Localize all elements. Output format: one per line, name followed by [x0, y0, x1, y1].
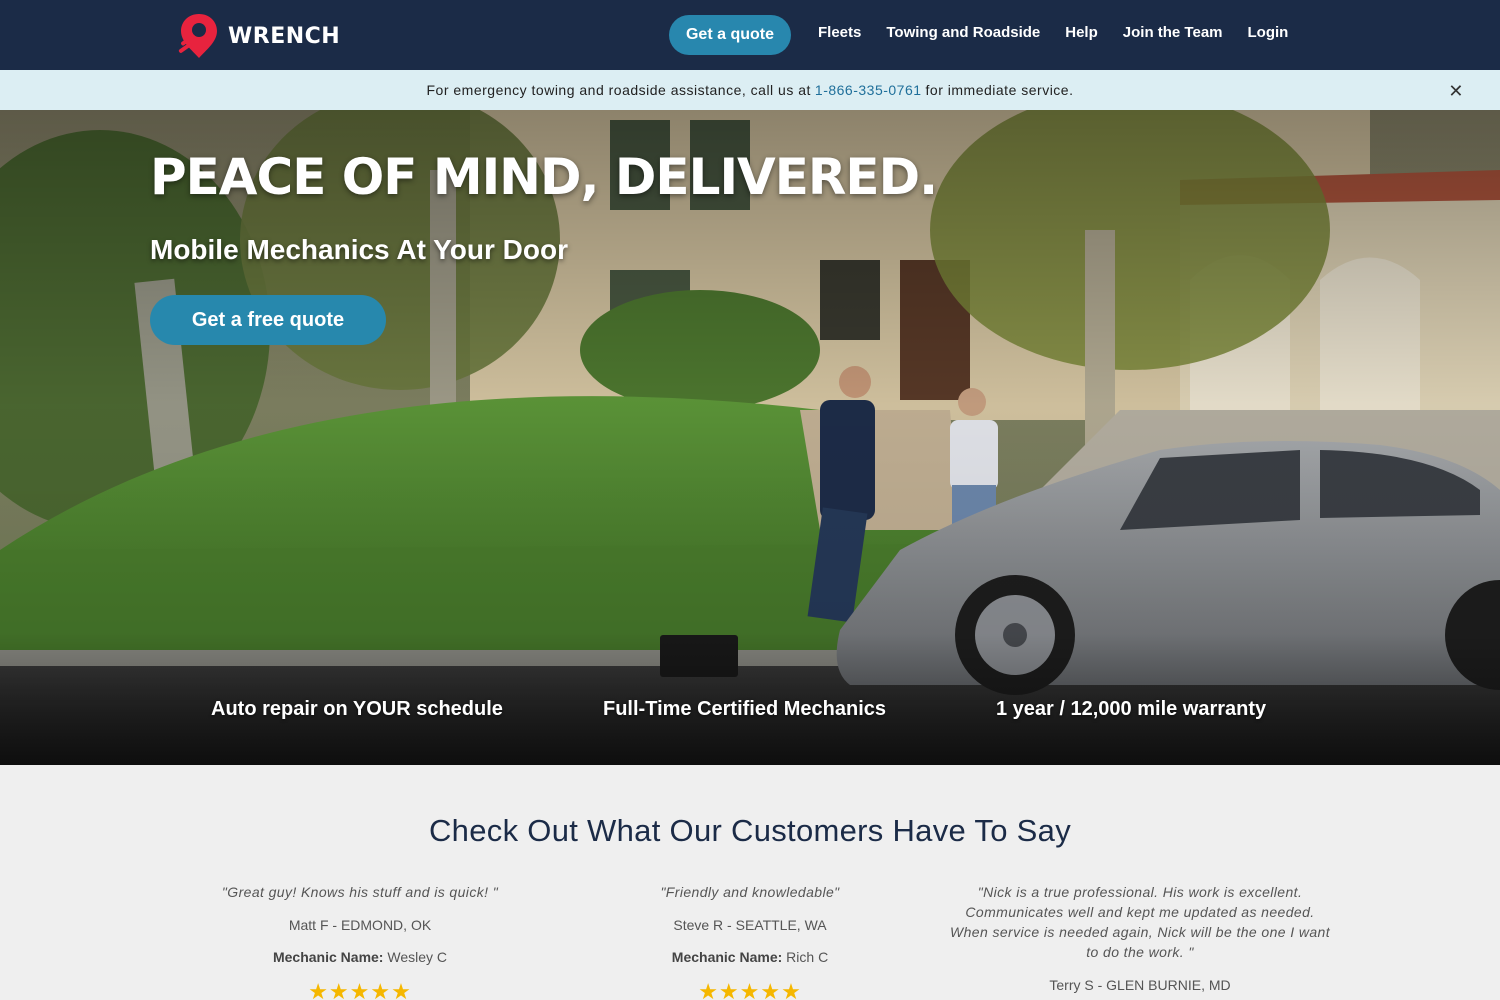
reviewer-name: Terry S - GLEN BURNIE, MD	[1049, 977, 1231, 993]
review-card: "Great guy! Knows his stuff and is quick…	[170, 882, 550, 1000]
top-navbar: WRENCH Get a quote Fleets Towing and Roa…	[0, 0, 1500, 70]
hero-section: PEACE OF MIND, DELIVERED. Mobile Mechani…	[0, 110, 1500, 765]
close-icon[interactable]: ✕	[1448, 81, 1464, 102]
hero-title: PEACE OF MIND, DELIVERED.	[150, 148, 938, 206]
review-card: "Nick is a true professional. His work i…	[950, 882, 1330, 993]
reviews-section: Check Out What Our Customers Have To Say…	[0, 765, 1500, 1000]
hero-subtitle: Mobile Mechanics At Your Door	[150, 234, 568, 265]
brand-logo[interactable]: WRENCH	[178, 12, 340, 60]
wrench-logo-icon	[178, 14, 217, 58]
feature-schedule: Auto repair on YOUR schedule	[211, 698, 503, 720]
review-quote: "Nick is a true professional. His work i…	[950, 884, 1330, 960]
mechanic-label: Mechanic Name:	[272, 949, 384, 965]
feature-certified-mechanics: Full-Time Certified Mechanics	[603, 698, 887, 720]
review-quote: "Friendly and knowledable"	[660, 884, 840, 900]
review-card: "Friendly and knowledable" Steve R - SEA…	[560, 882, 940, 1000]
star-rating-icon: ★★★★★	[698, 979, 802, 1000]
reviewer-name: Steve R - SEATTLE, WA	[673, 917, 827, 933]
emergency-alert-banner: For emergency towing and roadside assist…	[0, 70, 1500, 110]
reviewer-name: Matt F - EDMOND, OK	[288, 917, 432, 933]
mechanic-label: Mechanic Name:	[671, 949, 783, 965]
alert-text-suffix: for immediate service.	[925, 82, 1074, 98]
emergency-phone-link[interactable]: 1-866-335-0761	[815, 82, 922, 98]
nav-link-login[interactable]: Login	[1248, 24, 1289, 41]
nav-link-help[interactable]: Help	[1065, 24, 1098, 41]
star-rating-icon: ★★★★★	[308, 979, 412, 1000]
nav-link-fleets[interactable]: Fleets	[818, 24, 861, 41]
review-quote: "Great guy! Knows his stuff and is quick…	[221, 884, 499, 900]
nav-links: Fleets Towing and Roadside Help Join the…	[818, 24, 1313, 41]
mechanic-value: Rich C	[786, 949, 829, 965]
mechanic-name: Mechanic Name: Wesley C	[170, 949, 550, 965]
mechanic-name: Mechanic Name: Rich C	[560, 949, 940, 965]
feature-warranty: 1 year / 12,000 mile warranty	[996, 698, 1267, 720]
hero-background-image	[0, 110, 1500, 765]
nav-link-towing[interactable]: Towing and Roadside	[886, 24, 1040, 41]
get-free-quote-button[interactable]: Get a free quote	[150, 295, 386, 345]
nav-link-join-team[interactable]: Join the Team	[1123, 24, 1223, 41]
mechanic-value: Wesley C	[387, 949, 448, 965]
brand-name: WRENCH	[228, 23, 341, 49]
reviews-title: Check Out What Our Customers Have To Say	[429, 813, 1071, 848]
get-a-quote-button[interactable]: Get a quote	[669, 15, 791, 55]
alert-text-prefix: For emergency towing and roadside assist…	[426, 82, 811, 98]
